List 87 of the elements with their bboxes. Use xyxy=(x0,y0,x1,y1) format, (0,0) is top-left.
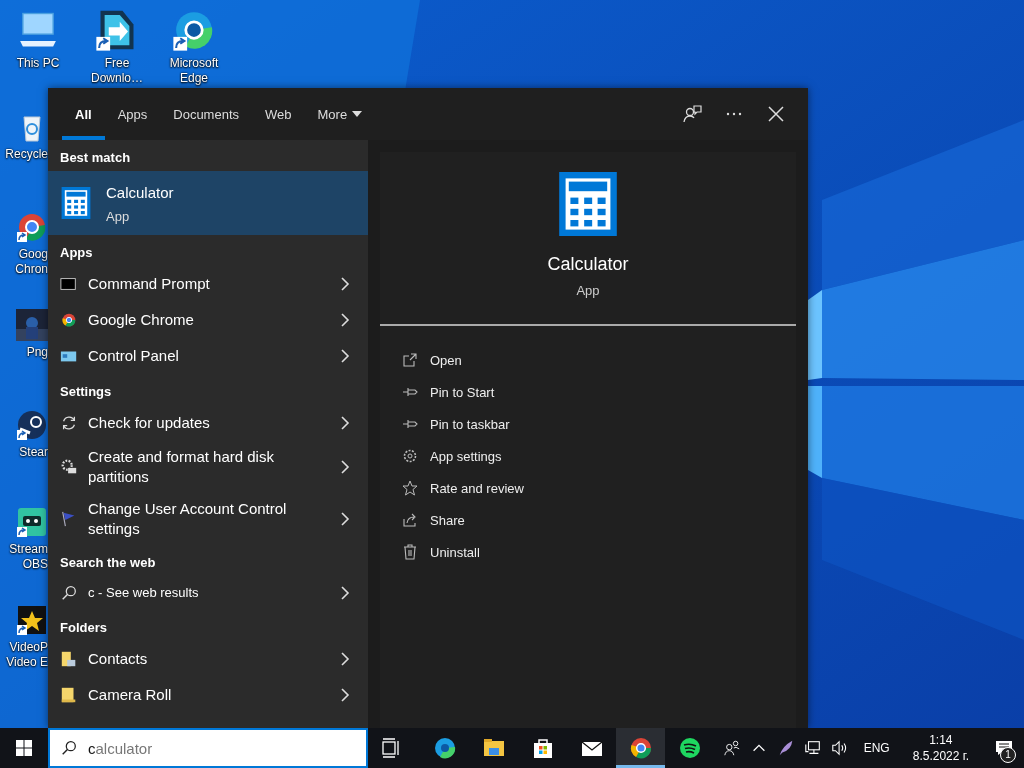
chevron-icon[interactable] xyxy=(340,415,350,431)
desktop-icon-label: Free Downlo… xyxy=(90,56,144,86)
chevron-icon[interactable] xyxy=(340,687,350,703)
search-icon xyxy=(60,739,78,757)
result-title: Change User Account Control settings xyxy=(88,499,288,539)
search-result[interactable]: Camera Roll xyxy=(48,677,368,713)
calculator-icon xyxy=(556,172,620,236)
filter-tab[interactable]: Web xyxy=(252,88,305,140)
result-title: Camera Roll xyxy=(88,685,173,705)
edge-icon xyxy=(432,736,457,760)
update-icon xyxy=(60,414,78,432)
feedback-icon[interactable] xyxy=(682,104,702,124)
section-header: Folders xyxy=(59,619,108,637)
desktop-shortcut-icon[interactable] xyxy=(16,409,48,441)
section-header: Apps xyxy=(59,244,94,262)
section-header: Settings xyxy=(59,383,113,401)
app-title: Calculator xyxy=(547,254,629,275)
chevron-icon[interactable] xyxy=(340,651,350,667)
search-result[interactable]: Change User Account Control settings xyxy=(48,493,368,545)
folder-icon xyxy=(60,686,78,704)
filter-tab[interactable]: Documents xyxy=(160,88,252,140)
search-result[interactable]: Command Prompt xyxy=(48,266,368,302)
result-title: Google Chrome xyxy=(88,310,195,330)
result-title: Control Panel xyxy=(88,346,180,366)
result-title: Contacts xyxy=(88,649,149,669)
chevron-icon[interactable] xyxy=(340,511,350,527)
chevron-icon[interactable] xyxy=(340,585,350,601)
action-item[interactable]: Uninstall xyxy=(402,536,480,568)
chrome-icon xyxy=(628,736,653,760)
action-item[interactable]: Pin to taskbar xyxy=(402,408,510,440)
result-title: Create and format hard disk partitions xyxy=(88,447,275,487)
desktop-icon-label: Recycle xyxy=(5,147,48,162)
search-result[interactable]: Google Chrome xyxy=(48,302,368,338)
share-icon xyxy=(402,512,418,528)
desktop-shortcut-icon[interactable] xyxy=(16,604,48,636)
desktop-icon-label: Png xyxy=(26,345,48,360)
section-header: Search the web xyxy=(59,554,157,572)
desktop-icon-label: This PC xyxy=(16,56,60,71)
chevron-icon[interactable] xyxy=(340,459,350,475)
action-item[interactable]: Pin to Start xyxy=(402,376,495,408)
search-result[interactable]: Create and format hard disk partitions xyxy=(48,441,368,493)
result-title: Check for updates xyxy=(88,413,211,433)
contacts-icon xyxy=(60,650,78,668)
filter-tab[interactable]: Apps xyxy=(104,88,161,140)
action-item[interactable]: Open xyxy=(402,344,462,376)
filter-tab[interactable]: More xyxy=(304,88,376,140)
gear-icon xyxy=(402,448,418,464)
search-result[interactable]: Check for updates xyxy=(48,405,368,441)
star-icon xyxy=(402,480,418,496)
search-icon xyxy=(60,584,78,602)
chevron-icon[interactable] xyxy=(340,312,350,328)
calculator-icon xyxy=(60,187,92,219)
desktop-icon-label: Stear xyxy=(19,445,48,460)
search-result[interactable]: Contacts xyxy=(48,641,368,677)
search-result[interactable]: Calculator App xyxy=(48,171,368,235)
action-item[interactable]: Rate and review xyxy=(402,472,524,504)
search-result[interactable]: Control Panel xyxy=(48,338,368,374)
section-header: Best match xyxy=(59,149,132,167)
action-item[interactable]: Share xyxy=(402,504,465,536)
desktop-shortcut-icon[interactable] xyxy=(16,506,48,538)
result-title: c - See web results xyxy=(88,584,200,602)
desktop-shortcut-icon[interactable] xyxy=(16,211,48,243)
desktop-icon-label: VideoP Video E xyxy=(5,640,48,670)
open-icon xyxy=(402,352,418,368)
clock-button[interactable]: 1:14 8.5.2022 г. xyxy=(912,732,969,764)
trash-icon xyxy=(402,544,418,560)
result-type: App xyxy=(106,208,131,224)
chevron-icon[interactable] xyxy=(340,348,350,364)
result-title: Calculator xyxy=(106,182,175,203)
desktop-icon-label: Stream OBS xyxy=(8,542,48,572)
network-icon[interactable] xyxy=(803,739,822,757)
notification-count-badge: 1 xyxy=(1000,747,1016,763)
desktop-icon-label: Goog Chron xyxy=(14,247,48,277)
desktop-icon-label: Microsoft Edge xyxy=(168,56,220,86)
result-title: Command Prompt xyxy=(88,274,211,294)
spotify-icon xyxy=(677,736,702,760)
search-result[interactable]: c - See web results xyxy=(48,576,368,610)
app-type: App xyxy=(576,283,600,298)
volume-icon[interactable] xyxy=(830,739,849,757)
search-field[interactable]: calculator xyxy=(48,728,368,768)
chrome-icon xyxy=(60,311,78,329)
taskbar-app-button[interactable] xyxy=(616,728,665,768)
language-indicator[interactable]: ENG xyxy=(863,741,890,755)
chevron-icon[interactable] xyxy=(340,276,350,292)
close-icon[interactable] xyxy=(766,104,786,124)
people-icon[interactable] xyxy=(722,739,741,757)
action-item[interactable]: App settings xyxy=(402,440,502,472)
